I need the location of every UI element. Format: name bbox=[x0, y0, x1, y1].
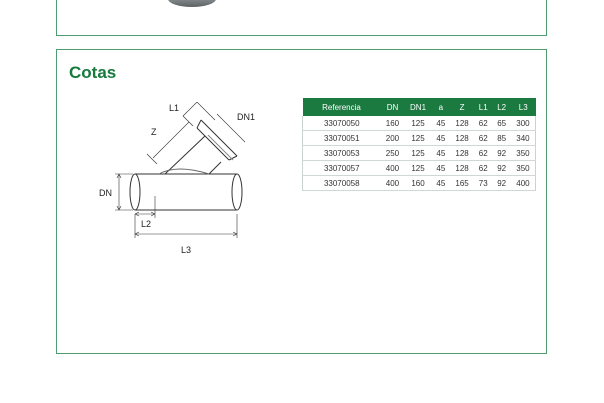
header-l2: L2 bbox=[492, 98, 511, 116]
cell-dn: 160 bbox=[380, 116, 405, 131]
cell-dn1: 125 bbox=[404, 116, 432, 131]
cell-z: 165 bbox=[450, 175, 475, 191]
table-row: 33070053 250 125 45 128 62 92 350 bbox=[302, 145, 536, 161]
cell-referencia: 33070051 bbox=[302, 130, 381, 146]
l1-label: L1 bbox=[169, 103, 179, 113]
cell-z: 128 bbox=[450, 116, 475, 131]
cell-l2: 92 bbox=[492, 145, 511, 161]
cell-dn: 400 bbox=[380, 175, 405, 191]
cell-l2: 85 bbox=[492, 130, 511, 146]
l3-label: L3 bbox=[181, 245, 191, 255]
cell-referencia: 33070058 bbox=[302, 175, 381, 191]
table-header-row: Referencia DN DN1 a Z L1 L2 L3 bbox=[302, 98, 536, 116]
cell-a: 45 bbox=[431, 160, 451, 176]
section-title: Cotas bbox=[69, 63, 117, 82]
cell-l2: 92 bbox=[492, 175, 511, 191]
header-referencia: Referencia bbox=[302, 98, 381, 116]
branch-socket-base bbox=[196, 127, 230, 161]
cell-dn: 200 bbox=[380, 130, 405, 146]
cell-dn1: 160 bbox=[404, 175, 432, 191]
cell-l1: 62 bbox=[474, 130, 493, 146]
header-z: Z bbox=[450, 98, 475, 116]
cell-referencia: 33070057 bbox=[302, 160, 381, 176]
cell-dn1: 125 bbox=[404, 160, 432, 176]
header-l1: L1 bbox=[474, 98, 493, 116]
l2-label: L2 bbox=[141, 219, 151, 229]
table-row: 33070058 400 160 45 165 73 92 400 bbox=[302, 175, 536, 191]
header-dn1: DN1 bbox=[404, 98, 432, 116]
cell-l3: 350 bbox=[510, 160, 536, 176]
main-pipe-right-end bbox=[231, 173, 243, 211]
cell-l3: 350 bbox=[510, 145, 536, 161]
cell-l1: 73 bbox=[474, 175, 493, 191]
dn1-label: DN1 bbox=[237, 112, 255, 122]
fitting-dimension-diagram: DN L2 L3 Z L1 DN1 bbox=[99, 102, 255, 255]
cell-a: 45 bbox=[431, 145, 451, 161]
table-row: 33070051 200 125 45 128 62 85 340 bbox=[302, 130, 536, 146]
cell-a: 45 bbox=[431, 130, 451, 146]
cell-dn: 400 bbox=[380, 160, 405, 176]
table-row: 33070050 160 125 45 128 62 65 300 bbox=[302, 116, 536, 131]
header-l3: L3 bbox=[510, 98, 536, 116]
cell-a: 45 bbox=[431, 175, 451, 191]
cell-a: 45 bbox=[431, 116, 451, 131]
header-dn: DN bbox=[380, 98, 405, 116]
cell-l2: 65 bbox=[492, 116, 511, 131]
cell-z: 128 bbox=[450, 160, 475, 176]
cell-l3: 300 bbox=[510, 116, 536, 131]
z-label: Z bbox=[151, 127, 157, 137]
cell-l2: 92 bbox=[492, 160, 511, 176]
cell-dn: 250 bbox=[380, 145, 405, 161]
cell-l3: 340 bbox=[510, 130, 536, 146]
cell-l1: 62 bbox=[474, 160, 493, 176]
cell-z: 128 bbox=[450, 145, 475, 161]
table-row: 33070057 400 125 45 128 62 92 350 bbox=[302, 160, 536, 176]
dimensions-panel: Cotas DN L2 L3 Z L1 DN1 Referencia DN DN… bbox=[56, 49, 547, 354]
main-pipe-left-end bbox=[129, 173, 141, 211]
header-a: a bbox=[431, 98, 451, 116]
dn-label: DN bbox=[99, 188, 112, 198]
cell-z: 128 bbox=[450, 130, 475, 146]
product-image-panel bbox=[56, 0, 547, 36]
dimensions-table: Referencia DN DN1 a Z L1 L2 L3 33070050 … bbox=[302, 98, 536, 191]
product-photo-fragment bbox=[168, 0, 216, 7]
cell-l3: 400 bbox=[510, 175, 536, 191]
branch-lower-edge bbox=[164, 135, 206, 175]
cell-l1: 62 bbox=[474, 145, 493, 161]
cell-dn1: 125 bbox=[404, 145, 432, 161]
cell-referencia: 33070050 bbox=[302, 116, 381, 131]
branch-upper-edge bbox=[208, 161, 222, 175]
cell-referencia: 33070053 bbox=[302, 145, 381, 161]
cell-dn1: 125 bbox=[404, 130, 432, 146]
page: Cotas DN L2 L3 Z L1 DN1 Referencia DN DN… bbox=[0, 0, 604, 403]
cell-l1: 62 bbox=[474, 116, 493, 131]
